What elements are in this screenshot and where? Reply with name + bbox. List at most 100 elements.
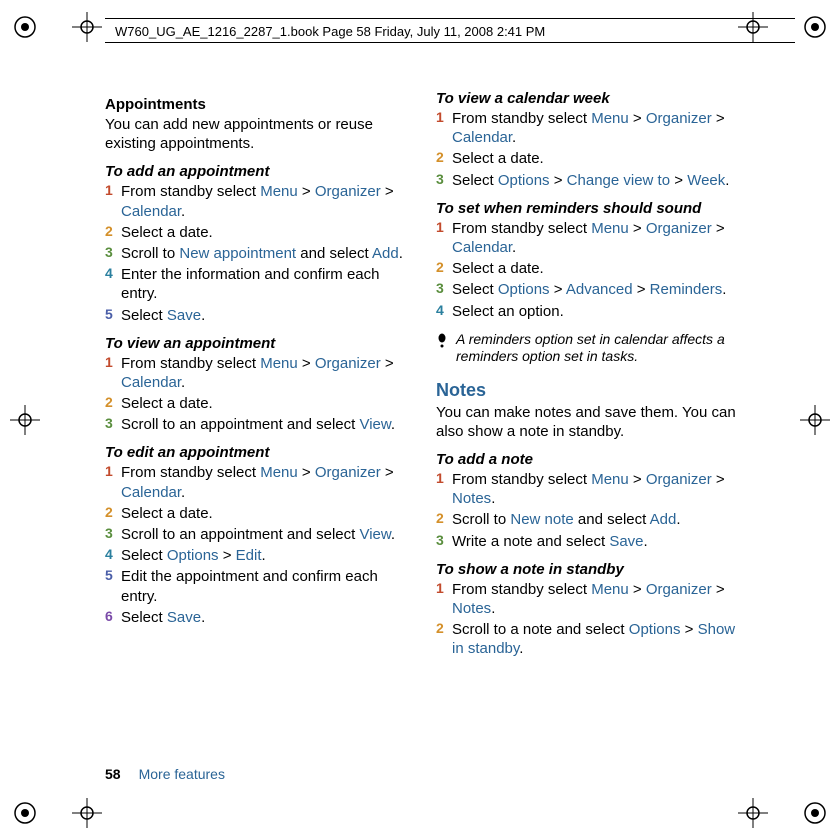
step: 1From standby select Menu > Organizer > … — [436, 109, 745, 147]
step: 1From standby select Menu > Organizer > … — [436, 219, 745, 257]
step-sep: > — [298, 464, 315, 481]
step: 2Select a date. — [105, 394, 414, 413]
nav-notes: Notes — [452, 600, 491, 617]
crop-mark-icon — [72, 798, 102, 828]
step-end: . — [644, 533, 648, 550]
step: 1From standby select Menu > Organizer > … — [436, 470, 745, 508]
nav-menu: Menu — [591, 220, 629, 237]
step: 3Write a note and select Save. — [436, 532, 745, 551]
column-left: Appointments You can add new appointment… — [105, 90, 414, 661]
step-sep: > — [381, 355, 394, 372]
step-sep: > — [381, 183, 394, 200]
step-sep: > — [550, 172, 567, 189]
step-sep: > — [633, 281, 650, 298]
step-text: Select — [121, 307, 167, 324]
step-text: From standby select — [452, 110, 591, 127]
step-sep: > — [629, 110, 646, 127]
step-end: . — [725, 172, 729, 189]
step-end: . — [512, 129, 516, 146]
step: 2Scroll to New note and select Add. — [436, 510, 745, 529]
step-text: and select — [296, 245, 372, 262]
nav-calendar: Calendar — [121, 374, 181, 391]
step-text: From standby select — [121, 464, 260, 481]
step-end: . — [201, 307, 205, 324]
step-sep: > — [629, 581, 646, 598]
step-text: Select — [121, 547, 167, 564]
nav-calendar: Calendar — [452, 239, 512, 256]
heading-add-appointment: To add an appointment — [105, 163, 414, 180]
step-text: Scroll to an appointment and select — [121, 416, 359, 433]
nav-menu: Menu — [591, 581, 629, 598]
step-text: Scroll to a note and select — [452, 621, 629, 638]
column-right: To view a calendar week 1From standby se… — [436, 90, 745, 661]
step: 1From standby select Menu > Organizer > … — [105, 354, 414, 392]
step-end: . — [181, 484, 185, 501]
nav-organizer: Organizer — [315, 355, 381, 372]
nav-add: Add — [650, 511, 677, 528]
nav-save: Save — [609, 533, 643, 550]
heading-notes: Notes — [436, 380, 745, 401]
step-sep: > — [381, 464, 394, 481]
step: 2Scroll to a note and select Options > S… — [436, 620, 745, 658]
step-sep: > — [680, 621, 697, 638]
crop-mark-icon — [800, 405, 830, 435]
steps-edit-appointment: 1From standby select Menu > Organizer > … — [105, 463, 414, 627]
registration-icon — [10, 798, 40, 828]
nav-calendar: Calendar — [452, 129, 512, 146]
notes-intro: You can make notes and save them. You ca… — [436, 403, 745, 441]
nav-new-note: New note — [510, 511, 573, 528]
step-text: From standby select — [452, 220, 591, 237]
registration-icon — [800, 798, 830, 828]
step: 6Select Save. — [105, 608, 414, 627]
step-text: Scroll to — [121, 245, 179, 262]
step-text: From standby select — [452, 581, 591, 598]
step-text: Scroll to an appointment and select — [121, 526, 359, 543]
heading-show-note: To show a note in standby — [436, 561, 745, 578]
steps-reminders: 1From standby select Menu > Organizer > … — [436, 219, 745, 321]
nav-organizer: Organizer — [646, 110, 712, 127]
info-note-text: A reminders option set in calendar affec… — [456, 331, 745, 366]
header-rule-top — [105, 18, 795, 19]
step-text: Enter the information and confirm each e… — [121, 266, 379, 302]
step-text: Select a date. — [452, 150, 544, 167]
step-text: Select — [121, 609, 167, 626]
step: 2Select a date. — [436, 259, 745, 278]
step-end: . — [201, 609, 205, 626]
nav-save: Save — [167, 609, 201, 626]
step: 1From standby select Menu > Organizer > … — [105, 463, 414, 501]
nav-options: Options — [629, 621, 681, 638]
step-end: . — [722, 281, 726, 298]
heading-add-note: To add a note — [436, 451, 745, 468]
header-rule-bottom — [105, 42, 795, 43]
crop-mark-icon — [738, 798, 768, 828]
nav-change-view-to: Change view to — [567, 172, 670, 189]
step-text: Scroll to — [452, 511, 510, 528]
steps-show-note: 1From standby select Menu > Organizer > … — [436, 580, 745, 659]
page-number: 58 — [105, 766, 121, 782]
nav-view: View — [359, 526, 390, 543]
step: 2Select a date. — [105, 504, 414, 523]
nav-edit: Edit — [236, 547, 262, 564]
info-icon — [436, 333, 448, 366]
nav-calendar: Calendar — [121, 484, 181, 501]
step: 4Select Options > Edit. — [105, 546, 414, 565]
step-sep: > — [670, 172, 687, 189]
heading-appointments: Appointments — [105, 96, 414, 113]
step-text: From standby select — [121, 355, 260, 372]
step-end: . — [676, 511, 680, 528]
step: 3Select Options > Change view to > Week. — [436, 171, 745, 190]
heading-view-week: To view a calendar week — [436, 90, 745, 107]
step-text: Write a note and select — [452, 533, 609, 550]
step-end: . — [181, 203, 185, 220]
step: 4Enter the information and confirm each … — [105, 265, 414, 303]
step-sep: > — [712, 110, 725, 127]
step-end: . — [391, 416, 395, 433]
step-text: Select an option. — [452, 303, 564, 320]
step: 3Select Options > Advanced > Reminders. — [436, 280, 745, 299]
step: 5Select Save. — [105, 306, 414, 325]
step: 1From standby select Menu > Organizer > … — [436, 580, 745, 618]
document-page: W760_UG_AE_1216_2287_1.book Page 58 Frid… — [0, 0, 840, 840]
steps-view-week: 1From standby select Menu > Organizer > … — [436, 109, 745, 190]
steps-add-note: 1From standby select Menu > Organizer > … — [436, 470, 745, 551]
step-text: From standby select — [452, 471, 591, 488]
